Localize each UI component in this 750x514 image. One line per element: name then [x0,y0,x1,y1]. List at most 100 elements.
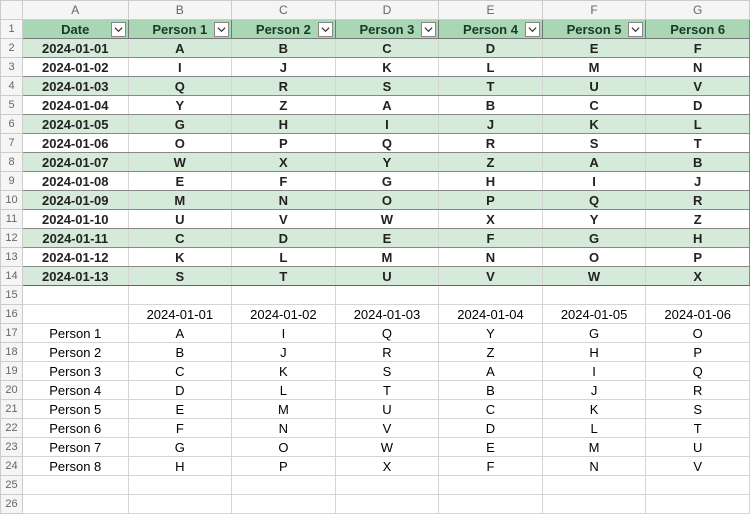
cell[interactable]: H [232,115,336,134]
row-header[interactable]: 23 [1,438,23,457]
cell[interactable] [439,495,543,514]
cell[interactable]: 2024-01-01 [23,39,129,58]
cell[interactable]: I [542,362,646,381]
cell[interactable]: P [646,343,750,362]
cell[interactable]: A [128,324,232,343]
row-header[interactable]: 18 [1,343,23,362]
cell[interactable]: H [128,457,232,476]
cell[interactable]: M [542,438,646,457]
cell[interactable]: 2024-01-08 [23,172,129,191]
row-header[interactable]: 13 [1,248,23,267]
cell[interactable]: B [646,153,750,172]
row-header[interactable]: 7 [1,134,23,153]
cell[interactable]: U [646,438,750,457]
cell[interactable]: K [232,362,336,381]
cell[interactable]: 2024-01-04 [23,96,129,115]
cell[interactable]: C [128,229,232,248]
cell[interactable]: T [646,419,750,438]
col-header-D[interactable]: D [335,1,439,20]
cell[interactable]: Person 7 [23,438,129,457]
cell[interactable]: E [128,400,232,419]
cell[interactable]: J [542,381,646,400]
cell[interactable]: F [128,419,232,438]
cell[interactable]: N [232,419,336,438]
cell[interactable]: C [542,96,646,115]
cell[interactable]: Person 4 [23,381,129,400]
cell[interactable]: Y [335,153,439,172]
cell[interactable]: U [335,267,439,286]
cell[interactable]: 2024-01-03 [335,305,439,324]
cell[interactable]: E [128,172,232,191]
cell[interactable]: R [646,191,750,210]
cell[interactable]: O [232,438,336,457]
cell[interactable]: S [335,77,439,96]
row-header[interactable]: 15 [1,286,23,305]
cell[interactable] [646,286,750,305]
cell[interactable]: X [335,457,439,476]
cell[interactable]: G [335,172,439,191]
cell[interactable]: V [439,267,543,286]
cell[interactable]: U [128,210,232,229]
table-header-cell[interactable]: Person 3 [335,20,439,39]
cell[interactable]: W [335,210,439,229]
cell[interactable]: G [542,229,646,248]
cell[interactable]: H [542,343,646,362]
cell[interactable] [335,286,439,305]
col-header-B[interactable]: B [128,1,232,20]
cell[interactable]: T [646,134,750,153]
cell[interactable]: J [439,115,543,134]
cell[interactable]: V [232,210,336,229]
cell[interactable]: J [646,172,750,191]
cell[interactable]: 2024-01-13 [23,267,129,286]
filter-button[interactable] [318,22,333,37]
table-header-cell[interactable]: Person 2 [232,20,336,39]
cell[interactable] [232,286,336,305]
cell[interactable]: N [439,248,543,267]
table-header-cell[interactable]: Person 1 [128,20,232,39]
cell[interactable] [335,476,439,495]
row-header[interactable]: 12 [1,229,23,248]
cell[interactable]: K [335,58,439,77]
cell[interactable] [23,305,129,324]
cell[interactable]: V [646,77,750,96]
row-header[interactable]: 25 [1,476,23,495]
cell[interactable]: F [646,39,750,58]
cell[interactable]: L [646,115,750,134]
row-header[interactable]: 24 [1,457,23,476]
cell[interactable]: I [128,58,232,77]
row-header[interactable]: 19 [1,362,23,381]
cell[interactable]: D [232,229,336,248]
cell[interactable]: L [232,381,336,400]
cell[interactable]: B [439,381,543,400]
row-header[interactable]: 11 [1,210,23,229]
table-header-cell[interactable]: Person 6 [646,20,750,39]
cell[interactable]: M [232,400,336,419]
cell[interactable]: L [439,58,543,77]
cell[interactable]: E [335,229,439,248]
cell[interactable]: W [128,153,232,172]
row-header[interactable]: 21 [1,400,23,419]
cell[interactable]: N [646,58,750,77]
cell[interactable] [23,495,129,514]
row-header[interactable]: 16 [1,305,23,324]
cell[interactable]: 2024-01-02 [232,305,336,324]
row-header[interactable]: 5 [1,96,23,115]
cell[interactable]: Z [646,210,750,229]
row-header[interactable]: 6 [1,115,23,134]
cell[interactable]: S [128,267,232,286]
cell[interactable]: Q [646,362,750,381]
cell[interactable]: E [542,39,646,58]
cell[interactable]: B [128,343,232,362]
row-header[interactable]: 9 [1,172,23,191]
cell[interactable]: 2024-01-11 [23,229,129,248]
filter-button[interactable] [421,22,436,37]
cell[interactable]: I [542,172,646,191]
cell[interactable]: D [128,381,232,400]
cell[interactable] [23,476,129,495]
row-header[interactable]: 8 [1,153,23,172]
cell[interactable]: O [646,324,750,343]
cell[interactable]: Q [335,134,439,153]
filter-button[interactable] [214,22,229,37]
row-header[interactable]: 10 [1,191,23,210]
cell[interactable]: P [232,457,336,476]
